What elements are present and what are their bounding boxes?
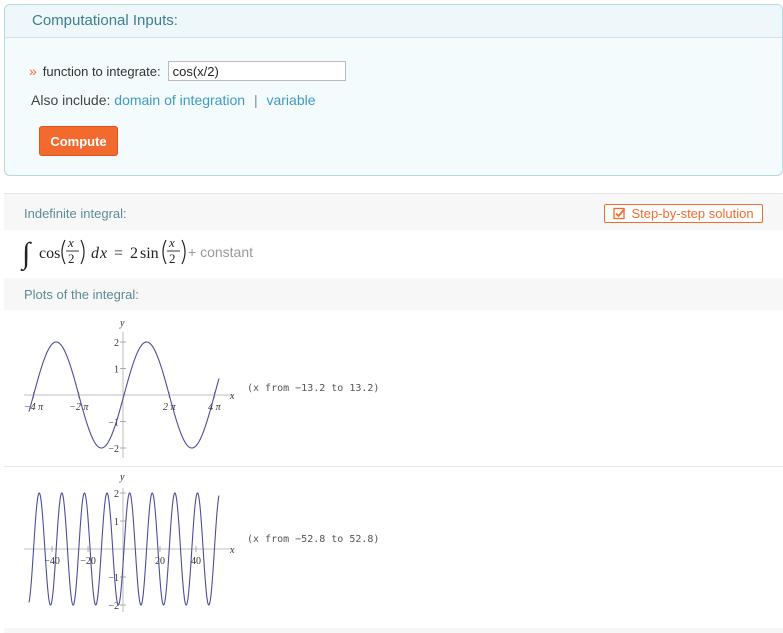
plot2-x-label: x: [229, 545, 235, 556]
function-row: » function to integrate:: [29, 61, 346, 81]
computational-inputs-panel: Computational Inputs: » function to inte…: [4, 4, 783, 176]
right-paren-icon-2: [181, 239, 186, 265]
integral-sign: ∫: [20, 237, 32, 272]
plot1-y-tick-label: 1: [114, 365, 119, 376]
sin-text: sin: [140, 245, 159, 262]
plus-constant: + constant: [188, 244, 253, 260]
d-text: d: [91, 245, 100, 262]
cos-text: cos: [39, 245, 60, 262]
checkbox-icon: [613, 207, 626, 220]
plot2-y-tick-label: 1: [114, 517, 119, 528]
inputs-title: Computational Inputs:: [32, 12, 178, 29]
plot2-x-tick-label: −40: [44, 556, 60, 567]
step-by-step-label: Step-by-step solution: [631, 206, 754, 221]
frac2-numerator: x: [168, 235, 175, 250]
plot1-x-tick-label: −2 π: [69, 402, 89, 413]
plots-title: Plots of the integral:: [24, 287, 139, 302]
equals-text: =: [114, 245, 123, 262]
function-input[interactable]: [167, 61, 346, 81]
indefinite-integral-title: Indefinite integral:: [24, 206, 127, 221]
compute-button[interactable]: Compute: [39, 126, 118, 156]
variable-link[interactable]: variable: [266, 92, 315, 108]
plot1-y-label: y: [119, 318, 125, 329]
sin-coefficient: 2: [130, 245, 138, 262]
domain-of-integration-link[interactable]: domain of integration: [114, 92, 245, 108]
plot2-x-tick-label: −20: [80, 556, 96, 567]
plot1-x-tick-label: 2 π: [163, 402, 177, 413]
also-include-label: Also include:: [31, 92, 111, 108]
integral-result-row: ∫ cos x 2 d x = 2 sin x 2 + constant: [4, 230, 783, 278]
link-separator: |: [253, 92, 258, 108]
frac2-denominator: 2: [169, 251, 176, 266]
dx-x-text: x: [99, 245, 107, 262]
plot1-y-tick-label: −2: [108, 444, 119, 455]
results-panel: Indefinite integral: Step-by-step soluti…: [4, 193, 783, 633]
plot-divider: [4, 466, 783, 467]
integral-formula: ∫ cos x 2 d x = 2 sin x 2 + constant: [20, 235, 253, 272]
plots-area: 2 1 −1 −2 −4 π −2 π2 π4 π y x (x from −13.2 t…: [4, 310, 783, 628]
frac1-denominator: 2: [68, 251, 75, 266]
plot-1: 21−1−2−4 π −2 π2 π4 π y x (x from −13.2 t…: [24, 318, 379, 458]
plot-2: 21−1−2−40 −20 20 40 y x (x from −52.8 to 52…: [24, 472, 379, 612]
plot1-y-tick-label: 2: [114, 338, 119, 349]
left-paren-icon: [61, 239, 66, 265]
plot1-range-note: (x from −13.2 to 13.2): [247, 383, 379, 394]
plot2-range-note: (x from −52.8 to 52.8): [247, 534, 379, 545]
function-label: function to integrate:: [42, 63, 161, 79]
frac1-numerator: x: [67, 235, 74, 250]
plot1-x-label: x: [229, 391, 235, 402]
plot1-x-tick-label: −4 π: [24, 402, 44, 413]
plot2-x-tick-label: 20: [155, 556, 165, 567]
plot2-y-tick-label: −1: [108, 573, 119, 584]
plot2-x-tick-label: 40: [191, 556, 201, 567]
plot2-y-tick-label: 2: [114, 489, 119, 500]
step-by-step-button[interactable]: Step-by-step solution: [604, 204, 763, 223]
chevron-icon: »: [29, 63, 37, 79]
plot2-y-label: y: [119, 472, 125, 483]
left-paren-icon-2: [162, 239, 167, 265]
also-include-row: Also include: domain of integration | va…: [31, 92, 316, 108]
right-paren-icon: [80, 239, 85, 265]
